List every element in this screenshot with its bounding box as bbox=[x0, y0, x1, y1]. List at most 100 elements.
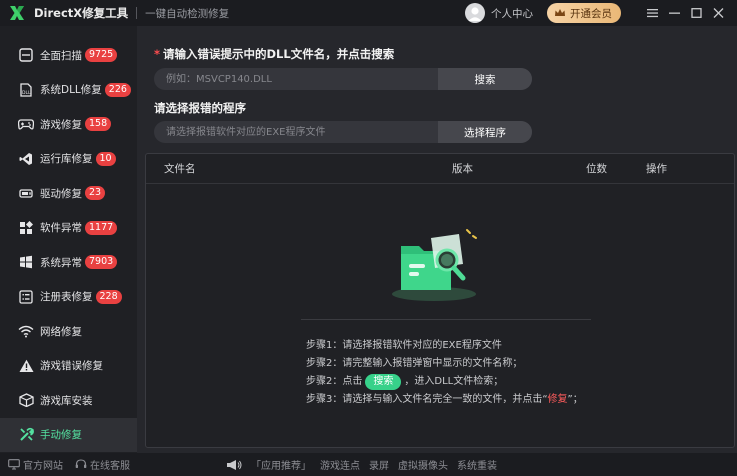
box-icon bbox=[18, 392, 34, 408]
sidebar-item-label: 软件异常 bbox=[40, 222, 82, 235]
avatar[interactable] bbox=[465, 3, 485, 23]
tools-icon bbox=[18, 427, 34, 443]
online-service-label: 在线客服 bbox=[90, 461, 130, 472]
maximize-icon bbox=[690, 8, 702, 18]
close-button[interactable] bbox=[707, 0, 729, 26]
user-center-link[interactable]: 个人中心 bbox=[491, 6, 533, 21]
exe-path-input[interactable] bbox=[154, 121, 438, 143]
sidebar-item-game-repair[interactable]: 游戏修复 158 bbox=[0, 107, 137, 142]
dll-search-bar: 搜索 bbox=[154, 68, 532, 90]
count-badge: 158 bbox=[85, 117, 112, 132]
windows-icon bbox=[18, 254, 34, 270]
user-avatar-icon bbox=[468, 7, 482, 21]
sidebar-item-system-exception[interactable]: 系统异常 7903 bbox=[0, 245, 137, 280]
vip-button[interactable]: 开通会员 bbox=[547, 3, 621, 23]
dll-icon: DLL bbox=[18, 82, 34, 98]
app-logo-icon bbox=[8, 4, 26, 22]
required-star: * bbox=[154, 47, 161, 61]
sidebar-item-full-scan[interactable]: 全面扫描 9725 bbox=[0, 38, 137, 73]
sidebar-item-network-repair[interactable]: 网络修复 bbox=[0, 314, 137, 349]
sidebar-item-system-dll[interactable]: DLL 系统DLL修复 226 bbox=[0, 73, 137, 108]
count-badge: 10 bbox=[95, 151, 116, 166]
ad-link-system-reinstall[interactable]: 系统重装 bbox=[457, 457, 497, 472]
menu-button[interactable] bbox=[641, 0, 663, 26]
app-title: DirectX修复工具 bbox=[34, 6, 129, 20]
select-program-button[interactable]: 选择程序 bbox=[438, 121, 532, 143]
ad-link-game-clicker[interactable]: 游戏连点 bbox=[320, 457, 360, 472]
main-panel: *请输入错误提示中的DLL文件名，并点击搜索 搜索 请选择报错的程序 选择程序 … bbox=[137, 26, 737, 453]
search-pill-button[interactable]: 搜索 bbox=[365, 374, 402, 390]
search-button[interactable]: 搜索 bbox=[438, 68, 532, 90]
menu-icon bbox=[646, 9, 658, 18]
driver-icon bbox=[18, 185, 34, 201]
vip-button-label: 开通会员 bbox=[570, 7, 612, 20]
official-website-link[interactable]: 官方网站 bbox=[8, 457, 63, 472]
sidebar-item-label: 注册表修复 bbox=[40, 291, 93, 304]
sidebar-item-registry-repair[interactable]: 注册表修复 228 bbox=[0, 280, 137, 315]
sidebar-item-driver-repair[interactable]: 驱动修复 23 bbox=[0, 176, 137, 211]
recommend-label: 「应用推荐」 bbox=[251, 461, 311, 472]
step-1: 步骤1：请选择报错软件对应的EXE程序文件 bbox=[306, 340, 502, 351]
sidebar: 全面扫描 9725 DLL 系统DLL修复 226 游戏修复 158 运行库修复… bbox=[0, 38, 137, 453]
dll-search-input[interactable] bbox=[154, 68, 438, 90]
minimize-icon bbox=[668, 12, 680, 14]
title-bar: DirectX修复工具 一键自动检测修复 个人中心 开通会员 bbox=[0, 0, 737, 26]
table-header: 文件名 版本 位数 操作 bbox=[146, 154, 734, 184]
step-3: 步骤3：请选择与输入文件名完全一致的文件，并点击“ 修复 ”； bbox=[306, 391, 583, 409]
gamepad-icon bbox=[18, 116, 34, 132]
maximize-button[interactable] bbox=[685, 0, 707, 26]
svg-text:DLL: DLL bbox=[22, 90, 31, 96]
count-badge: 226 bbox=[104, 82, 131, 97]
step-2b: 步骤2：点击 搜索 ，进入DLL文件检索； bbox=[306, 373, 583, 391]
minimize-button[interactable] bbox=[663, 0, 685, 26]
sidebar-item-label: 游戏库安装 bbox=[40, 394, 93, 407]
column-filename: 文件名 bbox=[164, 163, 196, 175]
monitor-icon bbox=[8, 459, 20, 470]
instruction-steps: 步骤1：请选择报错软件对应的EXE程序文件 步骤2：请完整输入报错弹窗中显示的文… bbox=[306, 337, 583, 409]
sidebar-item-game-library-install[interactable]: 游戏库安装 bbox=[0, 383, 137, 418]
dll-prompt-text: 请输入错误提示中的DLL文件名，并点击搜索 bbox=[163, 47, 395, 61]
official-website-label: 官方网站 bbox=[23, 461, 63, 472]
sidebar-item-label: 驱动修复 bbox=[40, 187, 82, 200]
ad-link-virtual-camera[interactable]: 虚拟摄像头 bbox=[398, 457, 448, 472]
sidebar-item-label: 游戏修复 bbox=[40, 118, 82, 131]
wifi-icon bbox=[18, 323, 34, 339]
exe-select-bar: 选择程序 bbox=[154, 121, 532, 143]
sidebar-item-label: 运行库修复 bbox=[40, 153, 93, 166]
sidebar-item-label: 全面扫描 bbox=[40, 49, 82, 62]
count-badge: 23 bbox=[85, 186, 106, 201]
repair-keyword: 修复 bbox=[547, 394, 568, 405]
footer-bar: 官方网站 在线客服 「应用推荐」 游戏连点 录屏 虚拟摄像头 系统重装 bbox=[0, 453, 737, 476]
sidebar-item-runtime-repair[interactable]: 运行库修复 10 bbox=[0, 142, 137, 177]
registry-icon bbox=[18, 289, 34, 305]
apps-grid-icon bbox=[18, 220, 34, 236]
app-subtitle: 一键自动检测修复 bbox=[145, 7, 230, 20]
empty-folder-search-icon bbox=[389, 226, 489, 306]
warning-icon bbox=[18, 358, 34, 374]
step-2b-suffix: ，进入DLL文件检索； bbox=[404, 376, 504, 387]
megaphone-icon bbox=[227, 459, 242, 470]
title-divider bbox=[136, 7, 138, 19]
count-badge: 7903 bbox=[85, 255, 118, 270]
sidebar-item-label: 网络修复 bbox=[40, 325, 82, 338]
scan-icon bbox=[18, 47, 34, 63]
count-badge: 1177 bbox=[85, 220, 118, 235]
count-badge: 228 bbox=[95, 289, 122, 304]
step-3-suffix: ”； bbox=[567, 394, 583, 405]
ad-link-screen-record[interactable]: 录屏 bbox=[369, 457, 389, 472]
step-2b-prefix: 步骤2：点击 bbox=[306, 376, 363, 387]
sidebar-item-label: 手动修复 bbox=[40, 429, 82, 442]
dll-prompt: * 请输入错误提示中的DLL文件名，并点击搜索 bbox=[154, 46, 394, 62]
sidebar-item-label: 系统DLL修复 bbox=[40, 84, 102, 97]
sidebar-item-manual-repair[interactable]: 手动修复 bbox=[0, 417, 137, 452]
exe-prompt: 请选择报错的程序 bbox=[154, 101, 246, 115]
sidebar-item-label: 游戏错误修复 bbox=[40, 360, 103, 373]
sidebar-item-label: 系统异常 bbox=[40, 256, 82, 269]
sidebar-item-game-error-repair[interactable]: 游戏错误修复 bbox=[0, 349, 137, 384]
app-recommend-bar: 「应用推荐」 游戏连点 录屏 虚拟摄像头 系统重装 bbox=[226, 457, 497, 472]
online-service-link[interactable]: 在线客服 bbox=[75, 457, 130, 472]
column-version: 版本 bbox=[452, 163, 473, 175]
sidebar-item-software-exception[interactable]: 软件异常 1177 bbox=[0, 211, 137, 246]
divider bbox=[301, 319, 591, 320]
count-badge: 9725 bbox=[85, 48, 118, 63]
